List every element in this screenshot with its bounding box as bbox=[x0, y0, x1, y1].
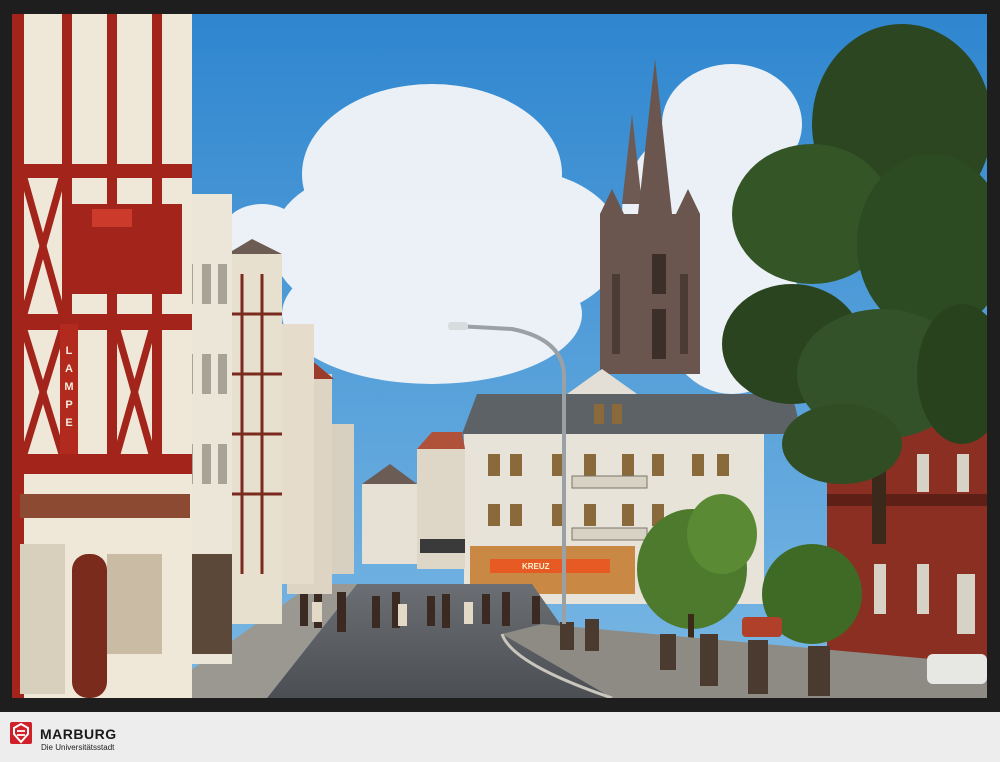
street-photo: LAMPE KREUZ bbox=[12, 14, 987, 698]
street-scene-illustration: LAMPE KREUZ bbox=[12, 14, 987, 698]
postcard-frame: LAMPE KREUZ bbox=[0, 0, 1000, 712]
central-building bbox=[462, 369, 802, 604]
brand-title[interactable]: MARBURG bbox=[40, 726, 117, 742]
half-timbered-house: LAMPE bbox=[12, 14, 192, 698]
red-car bbox=[742, 617, 782, 637]
marburg-crest-icon bbox=[10, 722, 32, 744]
shop-sign-awning: KREUZ bbox=[522, 562, 550, 571]
footer-bar: MARBURG Die Universitätsstadt bbox=[0, 712, 1000, 762]
brand-subtitle: Die Universitätsstadt bbox=[41, 743, 115, 752]
parked-car bbox=[927, 654, 987, 684]
